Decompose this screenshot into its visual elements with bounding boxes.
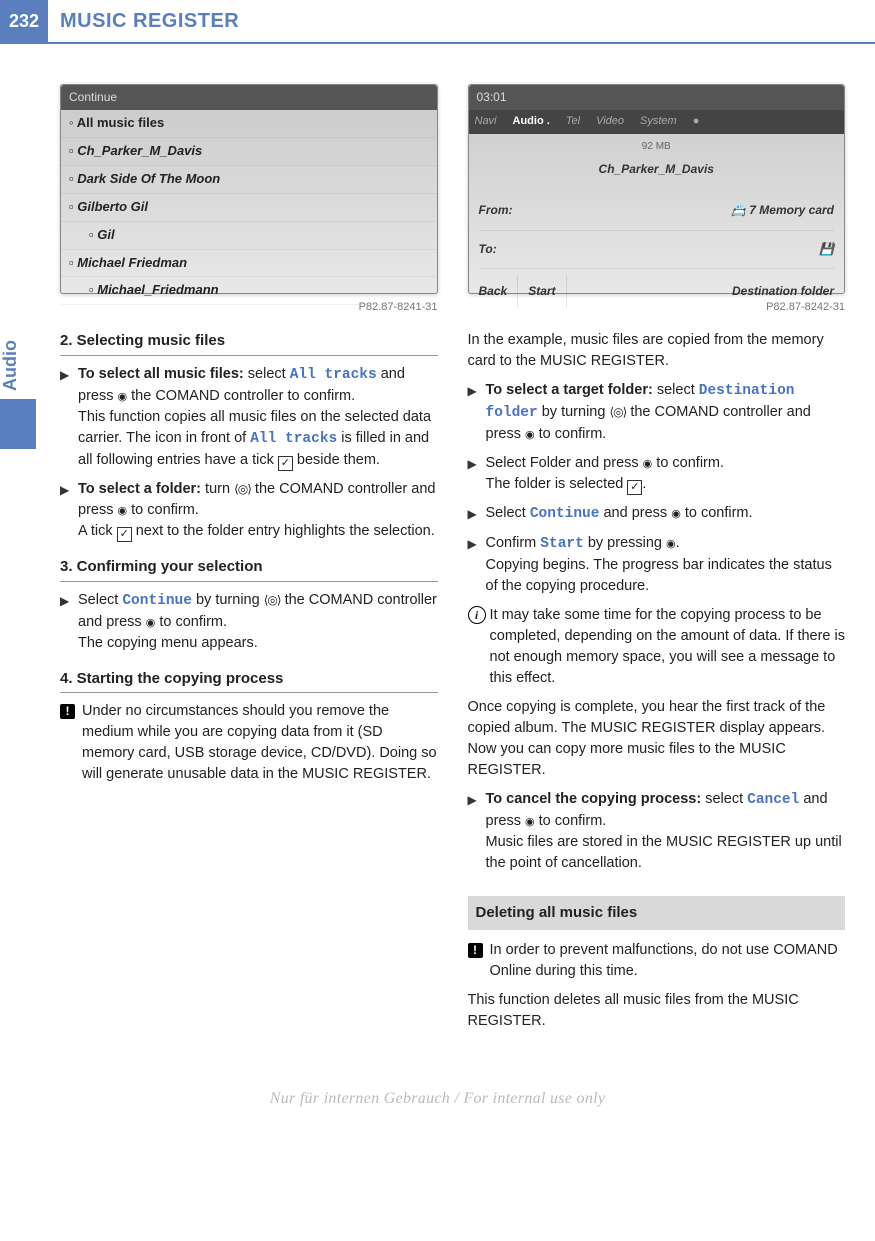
ss2-tab: Tel xyxy=(566,114,580,130)
press-icon xyxy=(666,535,676,551)
turn-icon xyxy=(609,404,626,420)
press-icon xyxy=(671,505,681,521)
ss1-list: ◦ All music files ▫ Ch_Parker_M_Davis ▫ … xyxy=(61,110,437,305)
turn-icon xyxy=(264,592,281,608)
page-header: 232 MUSIC REGISTER xyxy=(0,0,875,44)
warning-icon: ! xyxy=(468,940,490,982)
heading-step2: 2. Selecting music files xyxy=(60,330,438,356)
tick-icon: ✓ xyxy=(627,480,642,495)
step-item: ▶ To cancel the copying process: select … xyxy=(468,789,846,874)
ss2-tab: Video xyxy=(596,114,624,130)
paragraph: In the example, music files are copied f… xyxy=(468,330,846,372)
ss2-tab-active: Audio . xyxy=(513,114,550,130)
step-body: To select a target folder: select Destin… xyxy=(486,380,846,445)
paragraph: This function deletes all music files fr… xyxy=(468,990,846,1032)
ss2-body: 92 MB Ch_Parker_M_Davis From: 📇 7 Memory… xyxy=(469,134,845,275)
tick-icon: ✓ xyxy=(117,527,132,542)
page-number: 232 xyxy=(0,0,48,42)
ss2-title: Ch_Parker_M_Davis xyxy=(479,155,835,192)
turn-icon xyxy=(234,481,251,497)
step-item: ▶ Select Folder and press to confirm. Th… xyxy=(468,453,846,495)
warning-item: ! Under no circumstances should you remo… xyxy=(60,701,438,785)
ss2-mb: 92 MB xyxy=(479,140,835,155)
press-icon xyxy=(525,813,535,829)
ss2-back: Back xyxy=(469,275,518,308)
step-marker-icon: ▶ xyxy=(60,364,78,471)
ss2-to-row: To: 💾 xyxy=(479,231,835,269)
step-marker-icon: ▶ xyxy=(468,380,486,445)
paragraph: Once copying is complete, you hear the f… xyxy=(468,697,846,781)
press-icon xyxy=(118,388,128,404)
press-icon xyxy=(525,426,535,442)
press-icon xyxy=(118,502,128,518)
ss1-item: ▫ Gilberto Gil xyxy=(61,194,437,222)
step-body: Select Folder and press to confirm. The … xyxy=(486,453,846,495)
info-body: It may take some time for the copying pr… xyxy=(490,605,846,689)
ss2-tab: System xyxy=(640,114,677,130)
step-marker-icon: ▶ xyxy=(468,533,486,597)
step-item: ▶ Confirm Start by pressing . Copying be… xyxy=(468,533,846,597)
step-marker-icon: ▶ xyxy=(468,453,486,495)
content: Continue ◦ All music files ▫ Ch_Parker_M… xyxy=(0,44,875,1060)
screenshot-1: Continue ◦ All music files ▫ Ch_Parker_M… xyxy=(60,84,438,294)
hdd-icon: 💾 xyxy=(819,241,834,258)
ss1-item: ▫ Ch_Parker_M_Davis xyxy=(61,138,437,166)
step-item: ▶ To select a target folder: select Dest… xyxy=(468,380,846,445)
ss1-item: ▫ Michael Friedman xyxy=(61,250,437,278)
footer-watermark: Nur für internen Gebrauch / For internal… xyxy=(0,1090,875,1128)
ss1-caption: P82.87-8241-31 xyxy=(60,300,438,316)
ss1-item: ▫ Dark Side Of The Moon xyxy=(61,166,437,194)
step-item: ▶ Select Continue and press to confirm. xyxy=(468,503,846,525)
tick-icon: ✓ xyxy=(278,456,293,471)
step-body: To select a folder: turn the COMAND cont… xyxy=(78,479,438,542)
step-marker-icon: ▶ xyxy=(468,789,486,874)
warning-icon: ! xyxy=(60,701,82,785)
step-body: Select Continue by turning the COMAND co… xyxy=(78,590,438,654)
ss2-from-row: From: 📇 7 Memory card xyxy=(479,192,835,230)
press-icon xyxy=(146,614,156,630)
step-body: Confirm Start by pressing . Copying begi… xyxy=(486,533,846,597)
section-heading: Deleting all music files xyxy=(468,896,846,930)
step-marker-icon: ▶ xyxy=(60,479,78,542)
heading-step3: 3. Confirming your selection xyxy=(60,556,438,582)
press-icon xyxy=(643,455,653,471)
info-icon: i xyxy=(468,605,490,689)
ss2-time: 03:01 xyxy=(469,85,845,110)
page-title: MUSIC REGISTER xyxy=(48,0,239,42)
heading-step4: 4. Starting the copying process xyxy=(60,668,438,694)
left-column: Continue ◦ All music files ▫ Ch_Parker_M… xyxy=(60,84,438,1040)
step-item: ▶ To select a folder: turn the COMAND co… xyxy=(60,479,438,542)
ss2-tabs: Navi Audio . Tel Video System ● xyxy=(469,110,845,134)
step-item: ▶ To select all music files: select All … xyxy=(60,364,438,471)
step-body: To select all music files: select All tr… xyxy=(78,364,438,471)
step-item: ▶ Select Continue by turning the COMAND … xyxy=(60,590,438,654)
warning-item: ! In order to prevent malfunctions, do n… xyxy=(468,940,846,982)
step-marker-icon: ▶ xyxy=(468,503,486,525)
ss1-item: ◦ All music files xyxy=(61,110,437,138)
warning-body: Under no circumstances should you remove… xyxy=(82,701,438,785)
ss2-start: Start xyxy=(517,275,566,308)
step-body: To cancel the copying process: select Ca… xyxy=(486,789,846,874)
screenshot-2: 03:01 Navi Audio . Tel Video System ● 92… xyxy=(468,84,846,294)
ss1-item: ▫ Gil xyxy=(61,222,437,250)
step-marker-icon: ▶ xyxy=(60,590,78,654)
warning-body: In order to prevent malfunctions, do not… xyxy=(490,940,846,982)
step-body: Select Continue and press to confirm. xyxy=(486,503,846,525)
right-column: 03:01 Navi Audio . Tel Video System ● 92… xyxy=(468,84,846,1040)
ss2-tab: Navi xyxy=(475,114,497,130)
info-item: i It may take some time for the copying … xyxy=(468,605,846,689)
ss1-header: Continue xyxy=(61,85,437,110)
ss2-tab-dot: ● xyxy=(693,114,700,130)
